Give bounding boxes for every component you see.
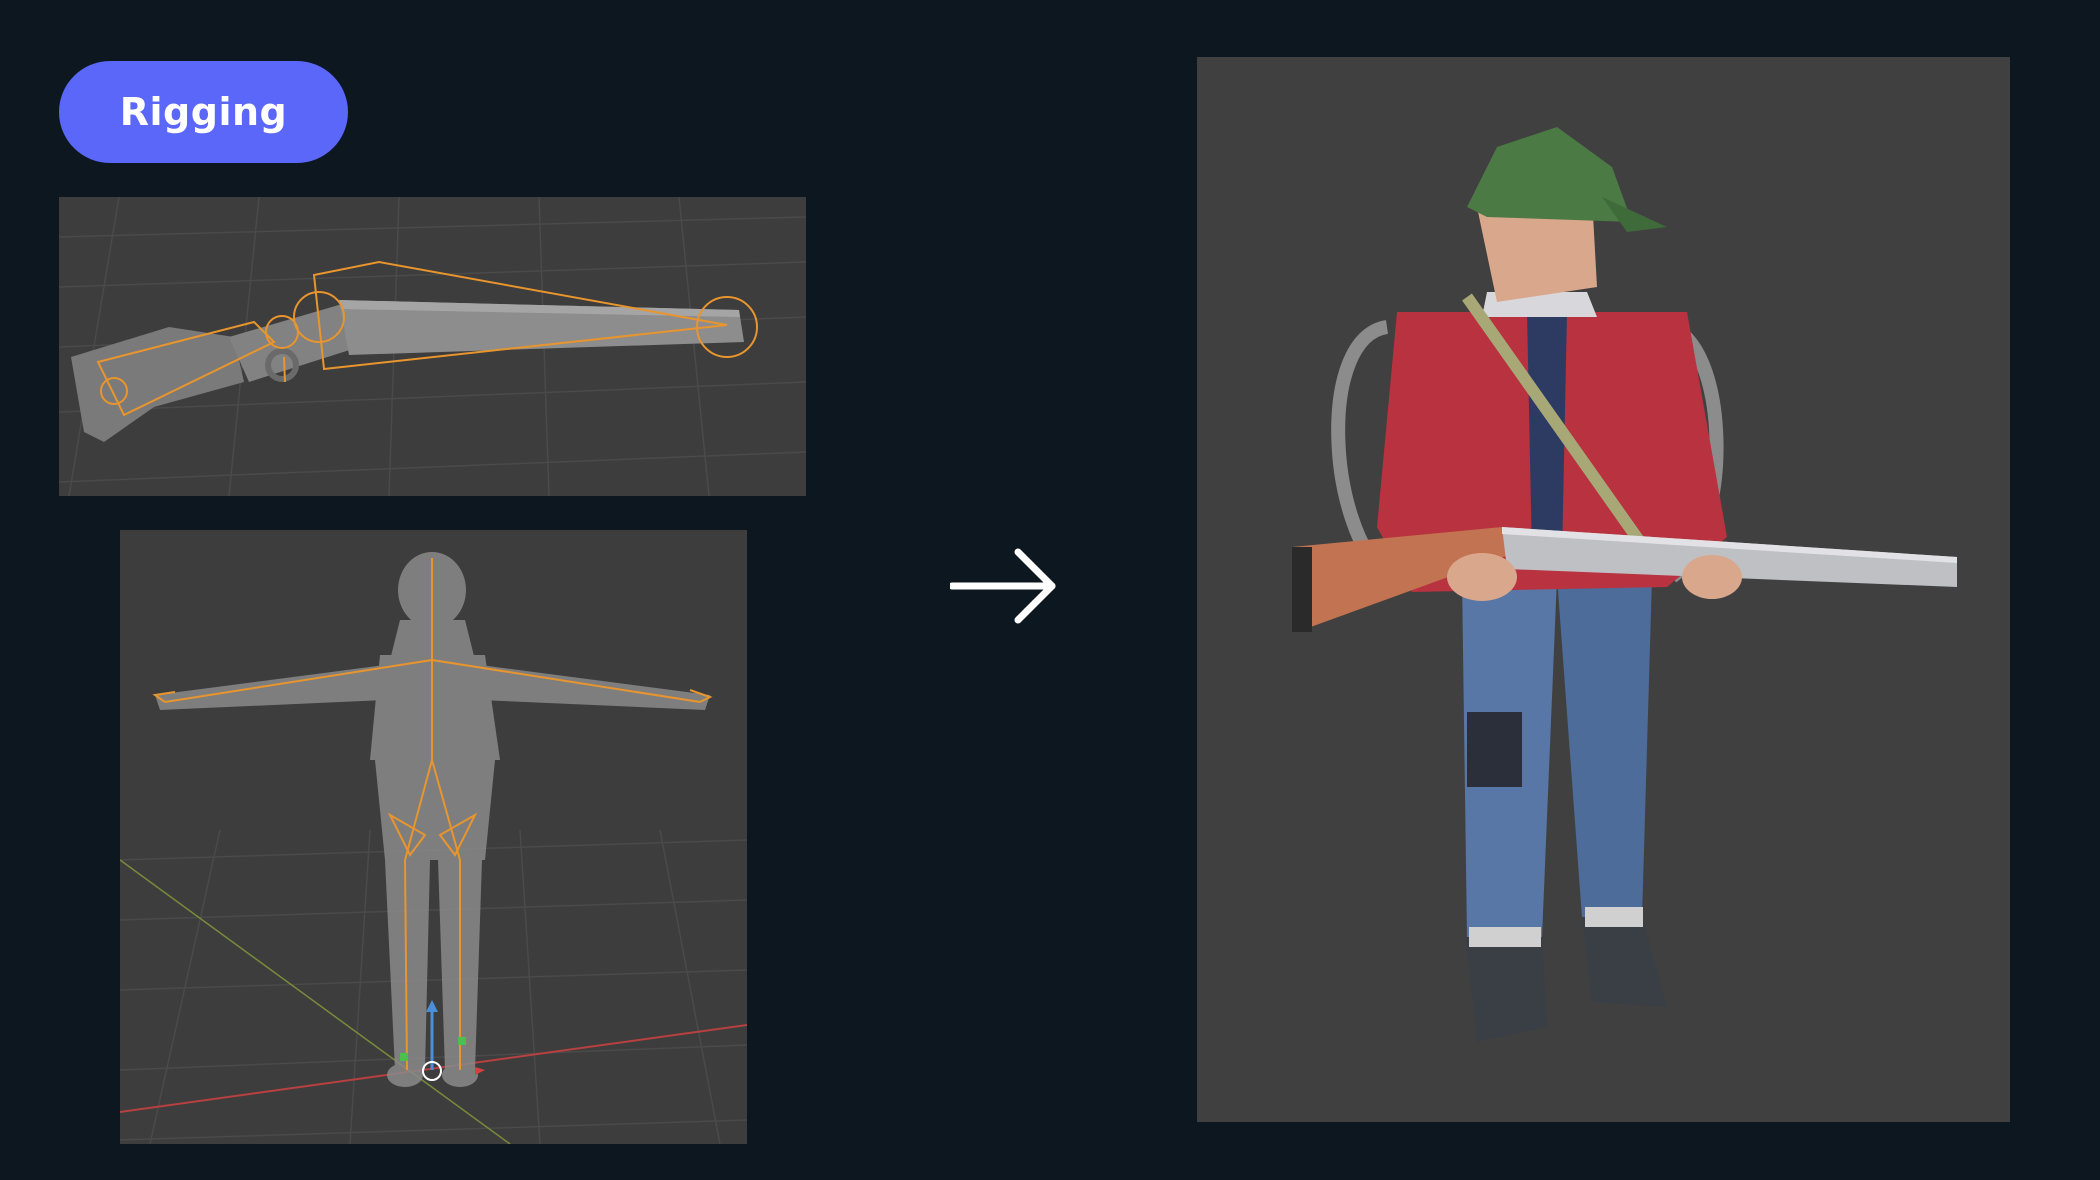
character-rig-image: [120, 552, 747, 1144]
rigging-badge: Rigging: [59, 61, 348, 163]
left-hand: [1447, 553, 1517, 601]
shotgun-rig-viewport: [59, 197, 806, 496]
arrow-right-icon: [950, 548, 1056, 624]
final-character-image: [1292, 127, 1957, 1042]
character-legs: [1462, 577, 1667, 1042]
final-render-viewport: [1197, 57, 2010, 1122]
character-head: [1467, 127, 1667, 302]
viewport-grid: [120, 829, 747, 1144]
character-rig-viewport: [120, 530, 747, 1144]
rigging-badge-label: Rigging: [119, 90, 288, 134]
shotgun-rig-image: [59, 197, 806, 496]
right-hand: [1682, 555, 1742, 599]
shotgun-model: [71, 300, 744, 442]
